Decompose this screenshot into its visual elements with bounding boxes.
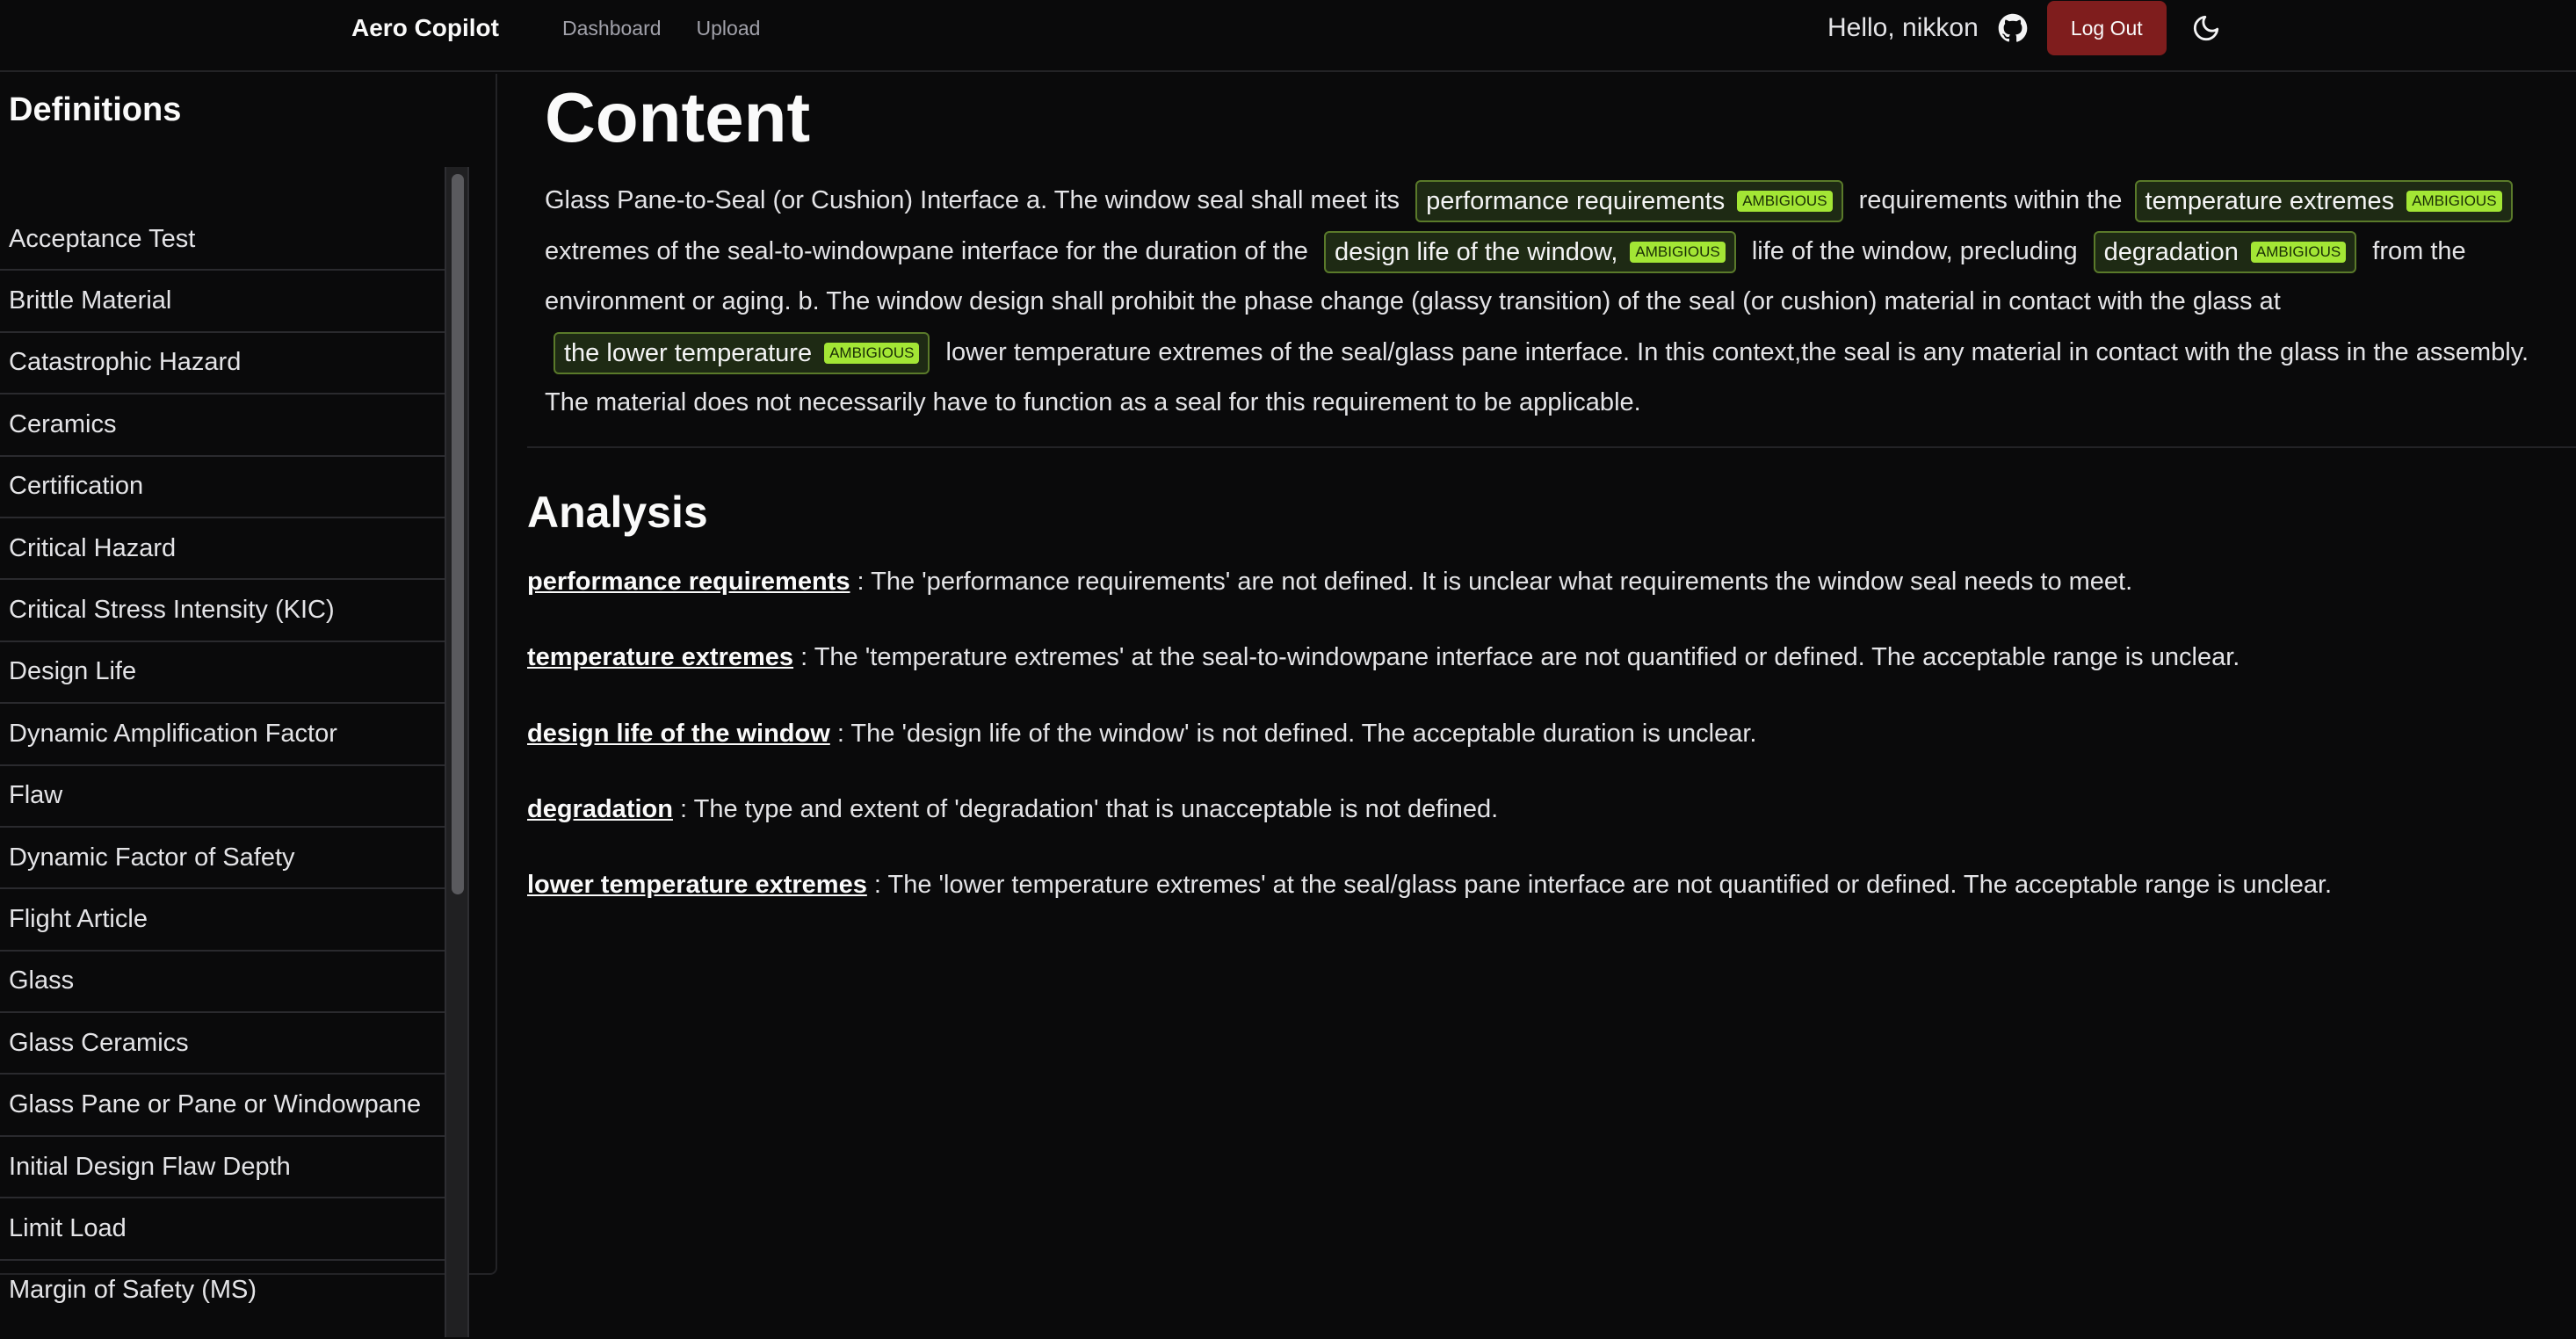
content-segment: extremes of the seal-to-windowpane inter… xyxy=(545,236,1308,265)
ambiguous-term-highlight[interactable]: performance requirements AMBIGIOUS xyxy=(1415,180,1843,223)
ambiguous-term-highlight[interactable]: degradation AMBIGIOUS xyxy=(2093,230,2357,273)
analysis-term-link[interactable]: degradation xyxy=(527,795,673,823)
ambiguous-badge: AMBIGIOUS xyxy=(2250,241,2347,263)
brand-title[interactable]: Aero Copilot xyxy=(351,12,499,44)
content-text: Glass Pane-to-Seal (or Cushion) Interfac… xyxy=(545,176,2576,429)
analysis-description: : The 'temperature extremes' at the seal… xyxy=(800,643,2240,672)
sidebar-scrollbar[interactable] xyxy=(445,167,469,1337)
ambiguous-term-highlight[interactable]: design life of the window, AMBIGIOUS xyxy=(1323,230,1736,273)
analysis-item: temperature extremes : The 'temperature … xyxy=(527,633,2576,708)
definition-item[interactable]: Ceramics xyxy=(0,394,445,457)
definition-item[interactable]: Brittle Material xyxy=(0,271,445,333)
user-greeting: Hello, nikkon xyxy=(1827,13,1979,42)
analysis-item: design life of the window : The 'design … xyxy=(527,709,2576,785)
analysis-description: : The type and extent of 'degradation' t… xyxy=(680,794,1499,823)
definition-item[interactable]: Glass Pane or Pane or Windowpane xyxy=(0,1075,445,1137)
definition-item[interactable]: Critical Hazard xyxy=(0,518,445,581)
header-actions: Hello, nikkon Log Out xyxy=(1827,0,2221,56)
ambiguous-badge: AMBIGIOUS xyxy=(1630,241,1726,263)
definition-item[interactable]: Design Life xyxy=(0,642,445,705)
analysis-term-link[interactable]: performance requirements xyxy=(527,568,850,596)
content-title: Content xyxy=(545,78,811,156)
analysis-item: lower temperature extremes : The 'lower … xyxy=(527,860,2576,936)
ambiguous-badge: AMBIGIOUS xyxy=(1737,191,1833,213)
moon-icon[interactable] xyxy=(2191,13,2221,43)
analysis-description: : The 'performance requirements' are not… xyxy=(857,568,2133,596)
analysis-description: : The 'design life of the window' is not… xyxy=(836,719,1757,748)
highlight-text: temperature extremes xyxy=(2145,187,2395,216)
analysis-item: performance requirements : The 'performa… xyxy=(527,557,2576,633)
definition-item[interactable]: Initial Design Flaw Depth xyxy=(0,1137,445,1199)
top-header: Aero Copilot Dashboard Upload Hello, nik… xyxy=(0,0,2576,72)
highlight-text: design life of the window, xyxy=(1334,237,1618,266)
github-icon[interactable] xyxy=(1998,13,2028,43)
definition-item[interactable]: Flight Article xyxy=(0,889,445,952)
scrollbar-thumb[interactable] xyxy=(452,174,464,894)
definition-item[interactable]: Critical Stress Intensity (KIC) xyxy=(0,580,445,642)
ambiguous-badge: AMBIGIOUS xyxy=(824,342,920,364)
analysis-term-link[interactable]: temperature extremes xyxy=(527,643,793,671)
nav-dashboard[interactable]: Dashboard xyxy=(562,14,662,42)
sidebar-title: Definitions xyxy=(9,91,182,128)
definition-item[interactable]: Acceptance Test xyxy=(0,209,445,271)
definition-item[interactable]: Dynamic Amplification Factor xyxy=(0,704,445,766)
definition-item[interactable]: Flaw xyxy=(0,766,445,828)
content-segment: life of the window, precluding xyxy=(1751,236,2078,265)
definition-item[interactable]: Glass Ceramics xyxy=(0,1013,445,1075)
ambiguous-badge: AMBIGIOUS xyxy=(2406,191,2502,213)
analysis-term-link[interactable]: lower temperature extremes xyxy=(527,871,867,899)
section-divider xyxy=(527,446,2576,448)
definition-item[interactable]: Margin of Safety (MS) xyxy=(0,1261,445,1318)
definition-item[interactable]: Limit Load xyxy=(0,1198,445,1261)
analysis-description: : The 'lower temperature extremes' at th… xyxy=(873,871,2333,900)
ambiguous-term-highlight[interactable]: temperature extremes AMBIGIOUS xyxy=(2134,180,2513,223)
highlight-text: performance requirements xyxy=(1426,187,1726,216)
definitions-list: Acceptance Test Brittle Material Catastrop… xyxy=(0,209,445,1318)
definitions-sidebar: Definitions Acceptance Test Brittle Mater… xyxy=(0,74,497,1339)
analysis-item: degradation : The type and extent of 'de… xyxy=(527,785,2576,860)
content-segment: Glass Pane-to-Seal (or Cushion) Interfac… xyxy=(545,186,1400,214)
logout-button[interactable]: Log Out xyxy=(2046,1,2167,55)
definition-item[interactable]: Glass xyxy=(0,952,445,1014)
main-nav: Dashboard Upload xyxy=(562,14,760,42)
analysis-list: performance requirements : The 'performa… xyxy=(527,557,2576,936)
definition-item[interactable]: Certification xyxy=(0,457,445,518)
main-panel: Content Glass Pane-to-Seal (or Cushion) … xyxy=(527,74,2576,1339)
definition-item[interactable]: Dynamic Factor of Safety xyxy=(0,828,445,890)
highlight-text: degradation xyxy=(2103,237,2239,266)
highlight-text: the lower temperature xyxy=(564,338,813,367)
analysis-title: Analysis xyxy=(527,488,708,537)
definition-item[interactable]: Catastrophic Hazard xyxy=(0,333,445,395)
ambiguous-term-highlight[interactable]: the lower temperature AMBIGIOUS xyxy=(554,331,930,374)
analysis-term-link[interactable]: design life of the window xyxy=(527,720,830,748)
content-segment: requirements within the xyxy=(1858,186,2123,214)
nav-upload[interactable]: Upload xyxy=(697,14,761,42)
